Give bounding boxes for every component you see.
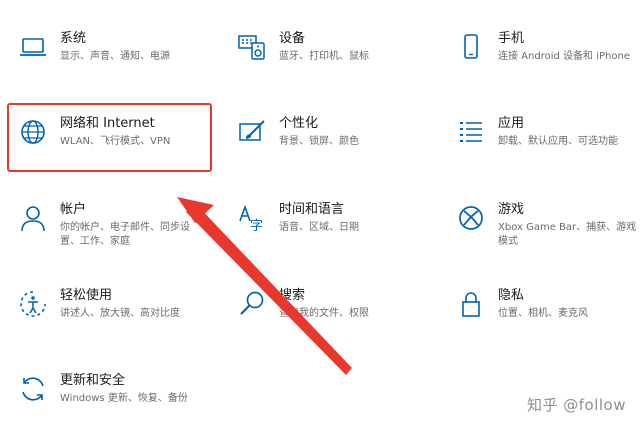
tile-title: 系统 [60,31,87,46]
tile-description: 位置、相机、麦克风 [498,308,588,319]
tile-title: 隐私 [498,288,525,303]
tile-gaming[interactable]: 游戏 Xbox Game Bar、捕获、游戏 模式 [456,202,637,249]
keyboard-speaker-icon [237,32,267,62]
tile-phone[interactable]: 手机 连接 Android 设备和 iPhone [456,31,630,64]
tile-description: Windows 更新、恢复、备份 [60,393,188,404]
xbox-icon [456,203,486,233]
tile-system[interactable]: 系统 显示、声音、通知、电源 [18,31,170,64]
tile-title: 搜索 [279,288,306,303]
tile-personalization[interactable]: 个性化 背景、锁屏、颜色 [237,116,359,149]
tile-title: 设备 [279,31,306,46]
watermark: 知乎 @follow [526,396,626,414]
tile-description: 背景、锁屏、颜色 [279,136,359,147]
tile-description: Xbox Game Bar、捕获、游戏 模式 [498,222,637,247]
tile-title: 个性化 [279,116,319,131]
tile-description: 查找我的文件、权限 [279,308,369,319]
tile-description: 讲述人、放大镜、高对比度 [60,308,180,319]
tile-description: 连接 Android 设备和 iPhone [498,51,630,62]
tile-description: 语音、区域、日期 [279,222,359,233]
tile-title: 游戏 [498,202,525,217]
tile-description: 卸载、默认应用、可选功能 [498,136,618,147]
tile-title: 手机 [498,31,525,46]
laptop-icon [18,32,48,62]
tile-title: 时间和语言 [279,202,345,217]
tile-description: 蓝牙、打印机、鼠标 [279,51,369,62]
phone-icon [456,32,486,62]
tile-title: 轻松使用 [60,288,113,303]
lock-icon [456,289,486,319]
language-icon: 字 [237,203,267,233]
ease-of-access-icon [18,289,48,319]
tile-ease-of-access[interactable]: 轻松使用 讲述人、放大镜、高对比度 [18,288,180,321]
svg-text:字: 字 [250,219,263,233]
tile-accounts[interactable]: 帐户 你的帐户、电子邮件、同步设 置、工作、家庭 [18,202,190,249]
search-icon [237,289,267,319]
tile-update-security[interactable]: 更新和安全 Windows 更新、恢复、备份 [18,373,188,406]
tile-description: 显示、声音、通知、电源 [60,51,170,62]
person-icon [18,203,48,233]
tile-title: 更新和安全 [60,373,126,388]
tile-devices[interactable]: 设备 蓝牙、打印机、鼠标 [237,31,369,64]
apps-list-icon [456,117,486,147]
highlight-box [7,103,212,172]
tile-title: 帐户 [60,202,87,217]
tile-time-language[interactable]: 字 时间和语言 语音、区域、日期 [237,202,359,235]
tile-title: 应用 [498,116,525,131]
tile-apps[interactable]: 应用 卸载、默认应用、可选功能 [456,116,618,149]
tile-search[interactable]: 搜索 查找我的文件、权限 [237,288,369,321]
tile-description: 你的帐户、电子邮件、同步设 置、工作、家庭 [60,222,190,247]
paint-brush-icon [237,117,267,147]
sync-icon [18,374,48,404]
tile-privacy[interactable]: 隐私 位置、相机、麦克风 [456,288,588,321]
